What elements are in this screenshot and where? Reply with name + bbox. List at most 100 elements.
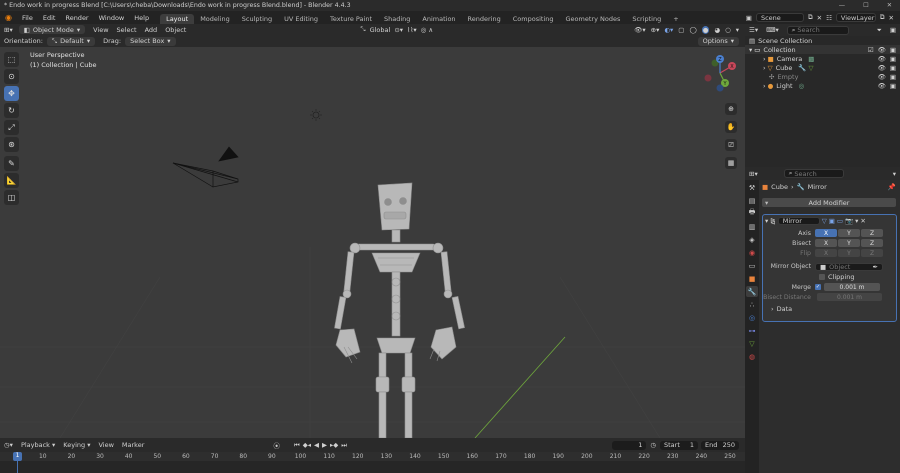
current-frame-field[interactable]: 1 [612,440,647,450]
shading-material-icon[interactable]: ◕ [714,26,720,34]
light-object[interactable] [310,109,322,121]
bisect-z-toggle[interactable]: Z [861,239,883,247]
editor-type-icon[interactable]: ⊞▾ [0,26,17,34]
scene-icon[interactable]: ▣ [746,14,752,22]
edit-mode-icon[interactable]: ▽ [822,217,827,225]
measure-icon[interactable]: 📐 [4,173,19,188]
3d-viewport[interactable]: User Perspective (1) Collection | Cube X… [0,47,745,438]
add-modifier-button[interactable]: ▾ Add Modifier [762,198,896,207]
gizmo-neg-x-icon[interactable] [704,74,712,82]
pan-hand-icon[interactable]: ✋ [725,121,737,133]
flip-y-toggle[interactable]: Y [838,249,860,257]
select-box-icon[interactable]: ⬚ [4,52,19,67]
camera-object[interactable] [172,146,239,188]
prev-keyframe-icon[interactable]: ◆◂ [303,441,311,449]
tab-compositing[interactable]: Compositing [507,14,560,24]
camera-render-icon[interactable]: ▣ [890,82,896,90]
axis-z-toggle[interactable]: Z [861,229,883,237]
pin-icon[interactable]: 📌 [888,183,900,191]
view-layer-field[interactable]: ViewLayer [835,13,876,22]
perspective-grid-icon[interactable]: ▦ [725,157,737,169]
menu-edit[interactable]: Edit [38,14,61,22]
material-tab-icon[interactable]: ◍ [746,351,758,362]
view-layer-tab-icon[interactable]: ▥ [746,221,758,232]
menu-help[interactable]: Help [129,14,154,22]
orientation-dropdown[interactable]: ⤡ Default ▾ [46,36,96,46]
outliner-editor-icon[interactable]: ☰▾ [745,26,762,34]
render-tab-icon[interactable]: ▤ [746,195,758,206]
filter-icon[interactable]: ⏷ [873,26,886,35]
tab-animation[interactable]: Animation [416,14,461,24]
scene-browse-icon[interactable]: ⧉ [808,13,813,22]
render-icon[interactable]: 📷 [845,217,853,225]
new-collection-icon[interactable]: ▣ [886,26,900,34]
overlay-toggle-icon[interactable]: ◐▾ [664,26,673,34]
tab-texture-paint[interactable]: Texture Paint [324,14,378,24]
mirror-object-field[interactable]: ■ Object ✒ [815,262,883,271]
proportional-edit-icon[interactable]: ◎ ∧ [421,26,434,34]
data-subpanel[interactable]: › Data [763,304,896,314]
camera-view-icon[interactable]: ⎚ [725,139,737,151]
play-icon[interactable]: ▶ [322,441,327,449]
shading-solid-icon[interactable]: ● [701,25,710,34]
chevron-right-icon[interactable]: › [763,55,766,63]
merge-distance-field[interactable]: 0.001 m [824,283,880,291]
blender-logo-icon[interactable]: ◉ [0,13,17,22]
options-dropdown[interactable]: Options ▾ [697,36,739,46]
gizmo-neg-z-icon[interactable] [716,84,724,92]
object-tab-icon[interactable]: ■ [746,273,758,284]
next-keyframe-icon[interactable]: ▸◆ [330,441,338,449]
flip-z-toggle[interactable]: Z [861,249,883,257]
chevron-down-icon[interactable]: ▾ [765,217,768,225]
menu-add[interactable]: Add [141,26,162,34]
eye-icon[interactable]: 👁 [878,55,886,63]
modifier-name-field[interactable]: Mirror [777,216,820,225]
jump-start-icon[interactable]: ⏮ [294,441,300,450]
navigation-gizmo[interactable]: X Y Z [698,51,742,95]
chevron-down-icon[interactable]: ▾ [749,46,752,54]
bisect-y-toggle[interactable]: Y [838,239,860,247]
tab-shading[interactable]: Shading [378,14,416,24]
menu-select[interactable]: Select [113,26,141,34]
merge-checkbox[interactable]: ✓ [815,284,821,290]
move-icon[interactable]: ✥ [4,86,19,101]
scene-close-icon[interactable]: ✕ [817,14,822,22]
frame-ruler[interactable]: 10 20 30 40 50 60 70 80 90 100 110 120 130 140 150 160 1… [0,452,745,461]
maximize-icon[interactable]: ☐ [863,2,869,9]
tab-geometry-nodes[interactable]: Geometry Nodes [560,14,627,24]
outliner-item-empty[interactable]: ✣ Empty 👁 ▣ [745,72,900,81]
preview-range-icon[interactable]: ◷ [650,441,656,449]
collection-tab-icon[interactable]: ▭ [746,260,758,271]
axis-x-toggle[interactable]: X [815,229,837,237]
camera-render-icon[interactable]: ▣ [890,46,896,54]
timeline-area[interactable]: 10 20 30 40 50 60 70 80 90 100 110 120 130 140 150 160 1… [0,452,745,473]
pivot-icon[interactable]: ⊙▾ [394,26,403,34]
menu-view[interactable]: View [89,26,112,34]
timeline-editor-icon[interactable]: ◷▾ [0,441,17,449]
view-layer-browse-icon[interactable]: ⧉ [880,13,885,22]
scale-icon[interactable]: ⤢ [4,120,19,135]
chevron-right-icon[interactable]: › [763,82,766,90]
visibility-icon[interactable]: 👁▾ [634,26,646,34]
outliner-item-camera[interactable]: › ■ Camera ▩ 👁 ▣ [745,54,900,63]
eye-icon[interactable]: 👁 [878,64,886,72]
tab-layout[interactable]: Layout [160,14,195,24]
modifier-tab-icon[interactable]: 🔧 [746,286,758,297]
clipping-checkbox[interactable] [819,274,825,280]
chevron-down-icon[interactable]: ▾ [855,217,858,225]
minimize-icon[interactable]: — [839,2,845,9]
endoskeleton-model[interactable] [334,182,465,438]
transform-icon[interactable]: ⊛ [4,137,19,152]
constraints-tab-icon[interactable]: ⊶ [746,325,758,336]
menu-marker[interactable]: Marker [118,441,148,449]
axis-y-toggle[interactable]: Y [838,229,860,237]
eyedropper-icon[interactable]: ✒ [873,263,878,271]
tab-scripting[interactable]: Scripting [626,14,667,24]
collection-row[interactable]: ▾ ▭ Collection ☑ 👁 ▣ [745,45,900,54]
zoom-icon[interactable]: ⊕ [725,103,737,115]
bisect-x-toggle[interactable]: X [815,239,837,247]
output-tab-icon[interactable]: 🖶 [746,208,758,219]
xray-toggle-icon[interactable]: ▢ [678,26,684,34]
realtime-icon[interactable]: ▭ [837,217,843,225]
close-icon[interactable]: ✕ [860,217,865,225]
